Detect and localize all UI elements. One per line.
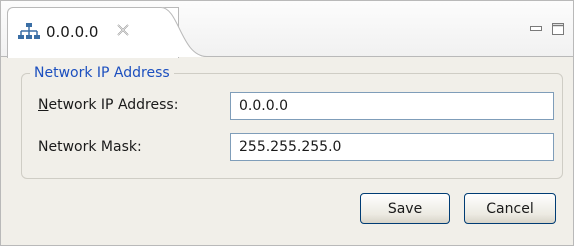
tab-title: 0.0.0.0 [46, 23, 99, 41]
save-button[interactable]: Save [360, 193, 450, 224]
tab-network-address[interactable]: 0.0.0.0 [7, 7, 179, 58]
cancel-button[interactable]: Cancel [464, 193, 556, 224]
tab-strip: 0.0.0.0 [1, 1, 573, 58]
network-ip-address-group: Network IP Address Network IP Address: N… [21, 64, 563, 179]
network-mask-label: Network Mask: [38, 139, 142, 155]
minimize-icon[interactable] [529, 22, 543, 36]
group-title: Network IP Address [30, 64, 174, 82]
network-editor-window: 0.0.0.0 Network IP Address Network IP Ad… [0, 0, 574, 246]
close-icon[interactable] [114, 21, 132, 39]
tab-curve [161, 7, 207, 57]
maximize-icon[interactable] [551, 22, 565, 36]
ip-address-label-mnemonic: N [38, 97, 49, 113]
ip-address-label-text: etwork IP Address: [48, 97, 179, 113]
window-controls [529, 21, 565, 37]
network-icon [18, 23, 40, 39]
ip-address-label: Network IP Address: [38, 96, 178, 114]
network-mask-field[interactable] [230, 133, 554, 161]
ip-address-field[interactable] [230, 92, 554, 120]
